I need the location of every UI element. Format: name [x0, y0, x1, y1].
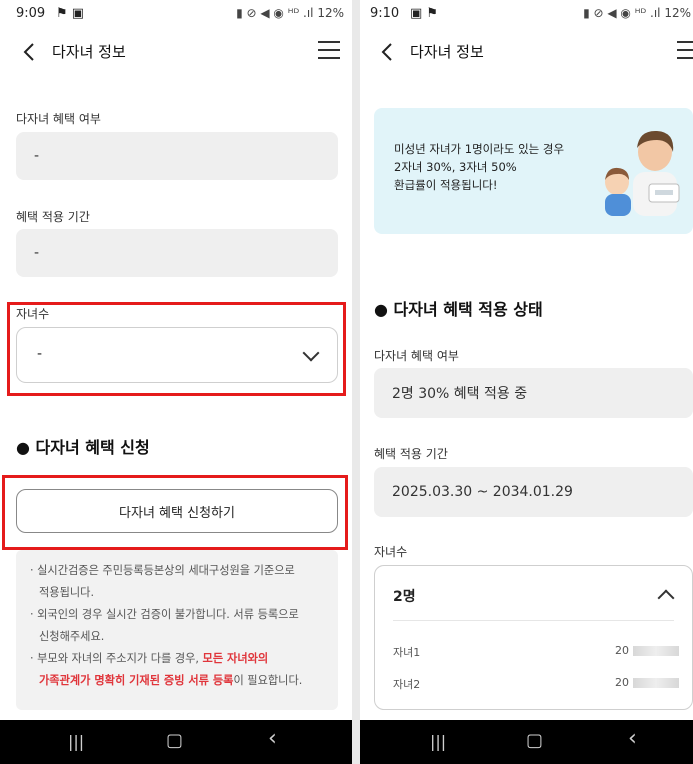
app-bar: 다자녀 정보	[360, 28, 693, 76]
page-title: 다자녀 정보	[410, 43, 484, 61]
banner-line-3: 환급률이 적용됩니다!	[394, 178, 498, 192]
notice-line-2: · 외국인의 경우 실시간 검증이 불가합니다. 서류 등록으로	[30, 608, 299, 621]
benefit-status-label: 다자녀 혜택 여부	[16, 112, 101, 126]
status-time: 9:10	[370, 6, 400, 21]
recent-apps-button[interactable]: |||	[68, 732, 84, 751]
notice-line-1b: 적용됩니다.	[39, 586, 95, 599]
back-button[interactable]: ‹	[268, 726, 277, 751]
children-count-label: 자녀수	[374, 545, 408, 559]
children-count-select[interactable]: -	[16, 327, 338, 383]
benefit-period-label: 혜택 적용 기간	[374, 447, 448, 461]
status-bar: 9:09 ⚑ ▣ ▮ ⊘ ◀ ◉ ᴴᴰ .ıl 12%	[0, 0, 352, 28]
children-count-label: 자녀수	[16, 307, 50, 321]
notice-line-3-text: · 부모와 자녀의 주소지가 다를 경우,	[30, 652, 203, 665]
benefit-period-label: 혜택 적용 기간	[16, 210, 90, 224]
benefit-status-field: -	[16, 132, 338, 180]
promo-banner: 미성년 자녀가 1명이라도 있는 경우 2자녀 30%, 3자녀 50% 환급률…	[374, 108, 693, 234]
back-arrow-icon[interactable]	[376, 40, 400, 64]
chevron-up-icon	[657, 589, 675, 607]
benefit-status-label: 다자녀 혜택 여부	[374, 349, 459, 363]
status-bar: 9:10 ▣ ⚑ ▮ ⊘ ◀ ◉ ᴴᴰ .ıl 12%	[360, 0, 693, 28]
child-1-birth: 20	[615, 644, 629, 657]
notice-line-3-highlight: 모든 자녀와의	[202, 652, 269, 665]
notice-line-3: · 부모와 자녀의 주소지가 다를 경우, 모든 자녀와의	[30, 648, 328, 670]
status-time: 9:09	[16, 6, 46, 21]
screen-divider	[352, 0, 360, 764]
child-2-birth-masked	[633, 678, 679, 688]
benefit-status-value: -	[34, 148, 40, 164]
recent-apps-button[interactable]: |||	[430, 732, 446, 751]
status-icons: ▮ ⊘ ◀ ◉ ᴴᴰ .ıl 12%	[583, 6, 691, 20]
child-1-label: 자녀1	[393, 646, 421, 659]
divider	[393, 620, 674, 621]
benefit-period-value: 2025.03.30 ~ 2034.01.29	[392, 484, 573, 500]
notification-icons: ▣ ⚑	[410, 6, 439, 21]
home-button[interactable]: ▢	[526, 730, 543, 751]
notice-line-3b: 가족관계가 명확히 기재된 증빙 서류 등록이 필요합니다.	[30, 670, 328, 692]
benefit-period-field: -	[16, 229, 338, 277]
system-nav-bar: ||| ▢ ‹	[360, 720, 693, 764]
benefit-period-value: -	[34, 245, 40, 261]
children-count-value: -	[37, 346, 43, 362]
left-screen: 9:09 ⚑ ▣ ▮ ⊘ ◀ ◉ ᴴᴰ .ıl 12% 다자녀 정보 다자녀 혜…	[0, 0, 352, 764]
app-bar: 다자녀 정보	[0, 28, 352, 76]
banner-line-1: 미성년 자녀가 1명이라도 있는 경우	[394, 142, 565, 156]
notice-line-3b-highlight: 가족관계가 명확히 기재된 증빙 서류 등록	[39, 674, 234, 687]
system-nav-bar: ||| ▢ ‹	[0, 720, 352, 764]
notice-line-1: · 실시간검증은 주민등록등본상의 세대구성원을 기준으로	[30, 564, 295, 577]
apply-section-title: ● 다자녀 혜택 신청	[16, 438, 150, 457]
right-screen: 9:10 ▣ ⚑ ▮ ⊘ ◀ ◉ ᴴᴰ .ıl 12% 다자녀 정보 미성년 자…	[360, 0, 693, 764]
notice-line-3b-text: 이 필요합니다.	[233, 674, 303, 687]
home-button[interactable]: ▢	[166, 730, 183, 751]
apply-benefit-button[interactable]: 다자녀 혜택 신청하기	[16, 489, 338, 533]
back-button[interactable]: ‹	[628, 726, 637, 751]
status-icons: ▮ ⊘ ◀ ◉ ᴴᴰ .ıl 12%	[236, 6, 344, 20]
benefit-status-value: 2명 30% 혜택 적용 중	[392, 386, 528, 402]
banner-line-2: 2자녀 30%, 3자녀 50%	[394, 160, 517, 174]
notification-icons: ⚑ ▣	[56, 6, 85, 21]
hamburger-menu-icon[interactable]	[677, 41, 693, 61]
benefit-period-field: 2025.03.30 ~ 2034.01.29	[374, 467, 693, 517]
chevron-down-icon	[302, 344, 320, 362]
banner-text: 미성년 자녀가 1명이라도 있는 경우 2자녀 30%, 3자녀 50% 환급률…	[394, 140, 564, 194]
hamburger-menu-icon[interactable]	[318, 41, 340, 61]
back-arrow-icon[interactable]	[18, 40, 42, 64]
notice-box: · 실시간검증은 주민등록등본상의 세대구성원을 기준으로 적용됩니다. · 외…	[16, 550, 338, 710]
page-title: 다자녀 정보	[52, 43, 126, 61]
status-section-title: ● 다자녀 혜택 적용 상태	[374, 300, 543, 319]
benefit-status-field: 2명 30% 혜택 적용 중	[374, 368, 693, 418]
child-1-birth-masked	[633, 646, 679, 656]
children-count-select[interactable]: 2명 자녀1 20 자녀2 20	[374, 565, 693, 710]
child-2-birth: 20	[615, 676, 629, 689]
child-2-label: 자녀2	[393, 678, 421, 691]
notice-line-2b: 신청해주세요.	[39, 630, 105, 643]
family-illustration	[605, 130, 680, 216]
children-count-value: 2명	[393, 589, 416, 605]
